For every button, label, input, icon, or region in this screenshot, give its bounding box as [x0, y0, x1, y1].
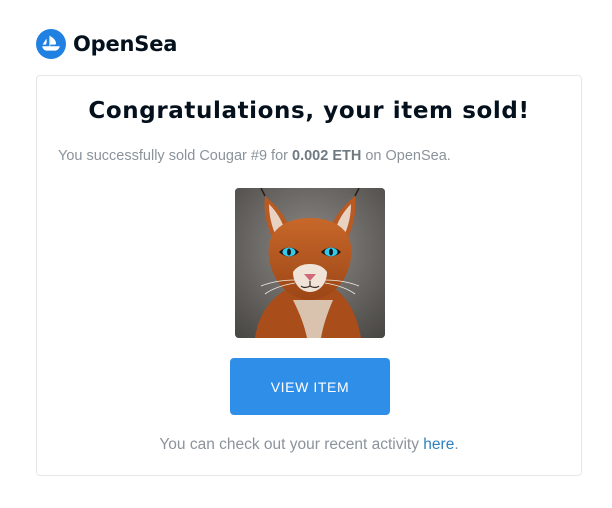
summary-prefix: You successfully sold Cougar #9 for — [58, 148, 293, 164]
footer-prefix: You can check out your recent activity — [159, 436, 424, 453]
sale-price: 0.002 ETH — [292, 148, 362, 164]
cougar-nft-image[interactable] — [235, 188, 385, 338]
recent-activity-link[interactable]: here — [423, 436, 454, 453]
summary-suffix: on OpenSea. — [361, 148, 451, 164]
sale-notification-card: Congratulations, your item sold! You suc… — [36, 75, 582, 476]
opensea-sailboat-icon — [36, 29, 66, 59]
footer-suffix: . — [454, 436, 459, 453]
headline: Congratulations, your item sold! — [88, 98, 530, 124]
sale-summary: You successfully sold Cougar #9 for 0.00… — [58, 148, 451, 164]
brand-logo[interactable]: OpenSea — [36, 28, 177, 60]
brand-name: OpenSea — [73, 32, 178, 56]
footer-note: You can check out your recent activity h… — [37, 436, 581, 454]
view-item-button[interactable]: VIEW ITEM — [230, 358, 390, 415]
email-page: OpenSea Congratulations, your item sold!… — [0, 0, 612, 508]
